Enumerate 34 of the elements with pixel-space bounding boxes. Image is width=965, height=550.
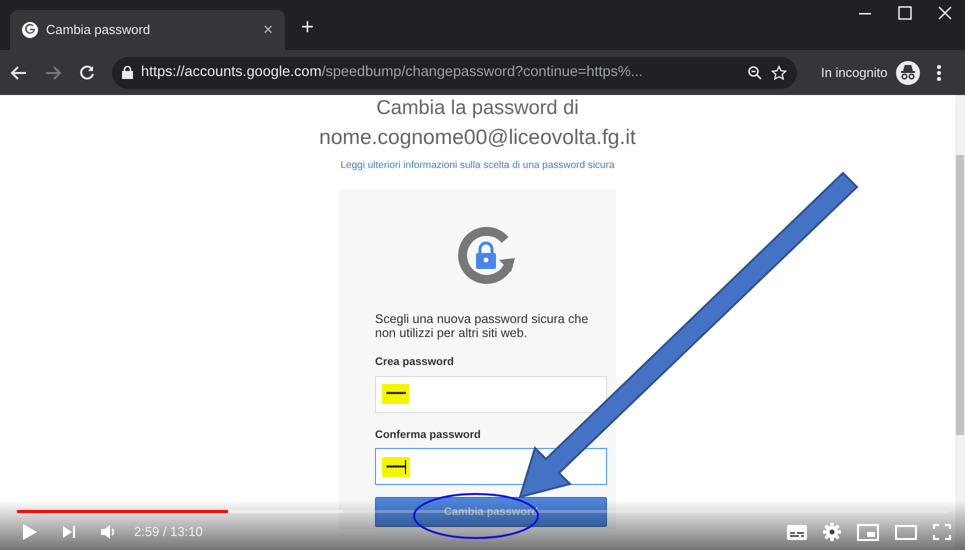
play-icon[interactable] (22, 523, 38, 541)
address-bar[interactable]: https://accounts.google.com/speedbump/changepassword?continue=https%... (112, 56, 797, 88)
close-tab-button[interactable]: × (263, 17, 273, 43)
theater-mode-icon[interactable] (895, 524, 917, 540)
page-title: Cambia la password di (376, 96, 579, 121)
new-tab-button[interactable]: + (301, 14, 314, 40)
miniplayer-icon[interactable] (857, 524, 879, 540)
account-email: nome.cognome00@liceovolta.fg.it (319, 125, 636, 151)
info-link[interactable]: Leggi ulteriori informazioni sulla scelta di una password sicura (328, 159, 628, 173)
volume-icon[interactable] (100, 525, 116, 539)
google-logo-icon (22, 22, 38, 38)
fullscreen-icon[interactable] (933, 524, 951, 540)
incognito-icon[interactable] (896, 60, 920, 84)
field-label: Crea password (375, 355, 455, 370)
url-text: https://accounts.google.com/speedbump/changepassword?continue=https%... (141, 62, 644, 82)
lock-icon (122, 66, 133, 79)
video-time: 2:59 / 13:10 (134, 523, 203, 542)
star-icon[interactable] (771, 64, 787, 80)
back-arrow-icon[interactable] (10, 64, 28, 82)
zoom-icon[interactable] (747, 64, 763, 80)
subtitles-icon[interactable] (787, 524, 807, 540)
instruction-text: Scegli una nuova password sicura che non utilizzi per altri siti web. (375, 312, 590, 340)
incognito-label: In incognito (821, 64, 888, 82)
reload-icon[interactable] (78, 64, 96, 82)
next-icon[interactable] (62, 525, 76, 539)
settings-icon[interactable] (823, 523, 841, 541)
menu-icon[interactable] (936, 64, 942, 82)
password-dots: ••••••••• (382, 384, 410, 404)
password-field[interactable]: ••••••••• (375, 376, 607, 412)
field-label: Conferma password (375, 428, 482, 442)
browser-tab[interactable]: Cambia password × (10, 10, 285, 50)
forward-arrow-icon[interactable] (44, 64, 62, 82)
scrollbar-thumb[interactable] (956, 155, 964, 435)
password-dots: ••••••••• (382, 456, 410, 476)
